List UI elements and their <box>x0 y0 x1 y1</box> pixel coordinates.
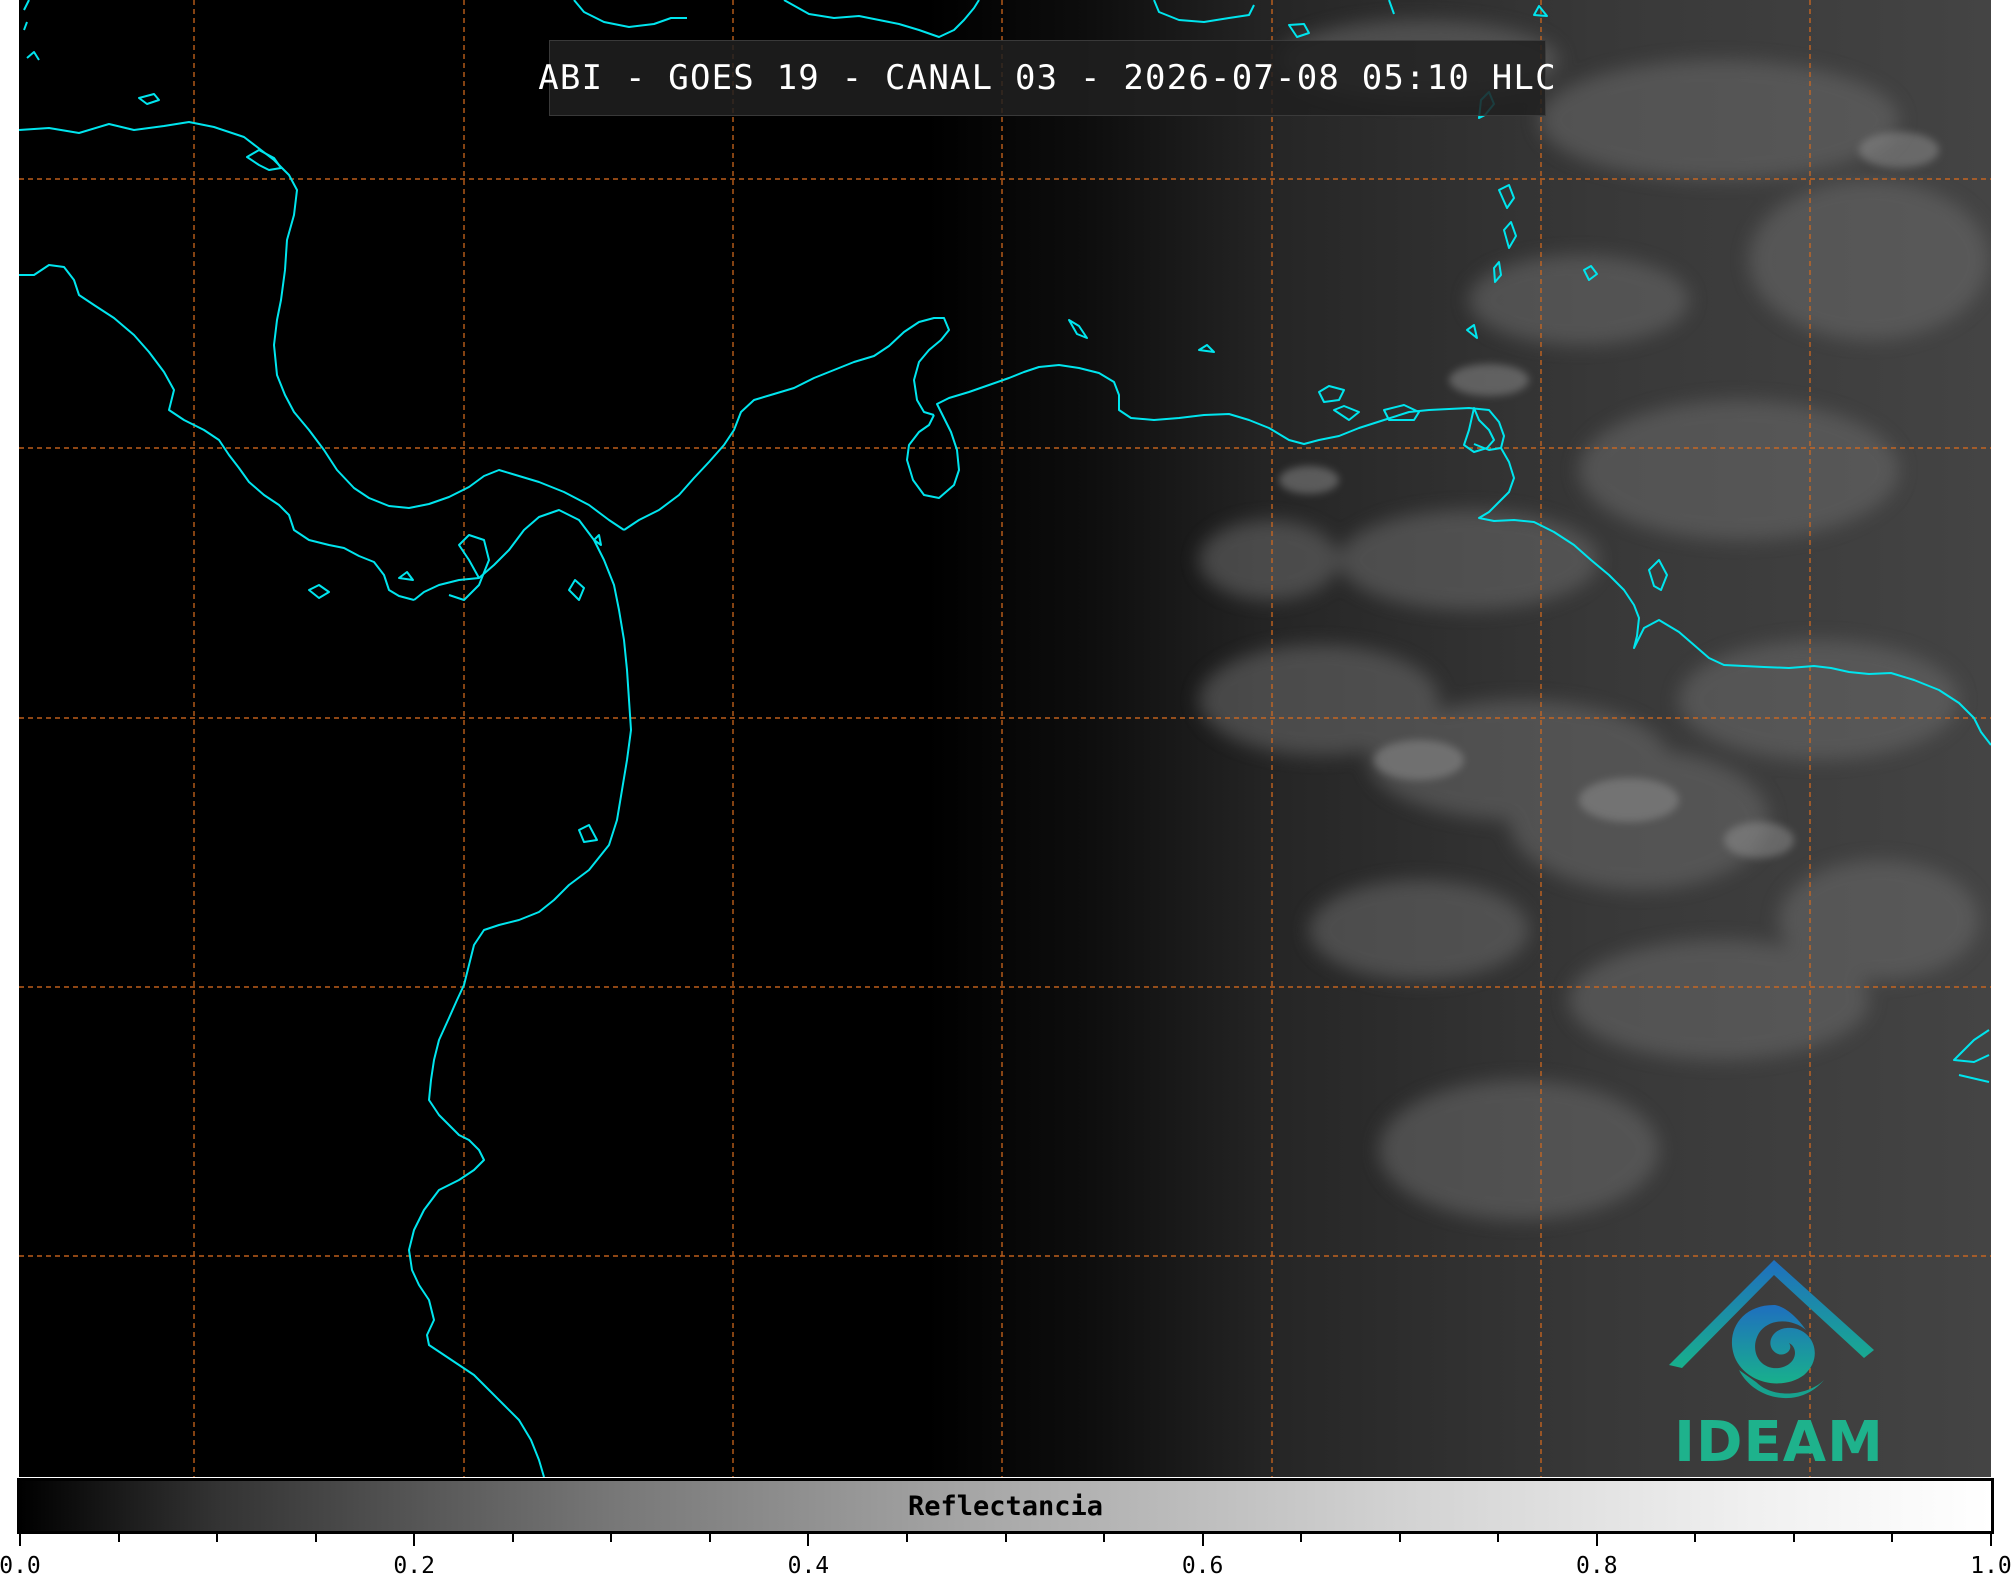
colorbar-minor-tick <box>708 1534 711 1542</box>
colorbar-minor-tick <box>1497 1534 1500 1542</box>
satellite-map: ABI - GOES 19 - CANAL 03 - 2026-07-08 05… <box>19 0 1991 1477</box>
colorbar-tick-label: 0.6 <box>1181 1553 1224 1579</box>
colorbar-major-tick <box>1595 1534 1598 1546</box>
colorbar-major-tick <box>807 1534 810 1546</box>
colorbar-tick-label: 0.0 <box>0 1553 41 1579</box>
colorbar-minor-tick <box>314 1534 317 1542</box>
colorbar-tick-label: 1.0 <box>1970 1553 2011 1579</box>
colorbar-minor-tick <box>1792 1534 1795 1542</box>
colorbar-tick-label: 0.4 <box>787 1553 830 1579</box>
colorbar-major-tick <box>413 1534 416 1546</box>
logo-text: IDEAM <box>1674 1410 1884 1475</box>
colorbar-minor-tick <box>1300 1534 1303 1542</box>
colorbar-minor-tick <box>511 1534 514 1542</box>
map-title-box: ABI - GOES 19 - CANAL 03 - 2026-07-08 05… <box>538 40 1556 116</box>
colorbar-minor-tick <box>1891 1534 1894 1542</box>
colorbar-tick-label: 0.8 <box>1576 1553 1618 1579</box>
colorbar-major-tick <box>1990 1534 1992 1546</box>
ideam-logo-icon <box>1669 1260 1874 1399</box>
colorbar-minor-tick <box>610 1534 613 1542</box>
colorbar-tick-label: 0.2 <box>393 1553 435 1579</box>
colorbar-ticks: 0.0 0.2 0.4 0.6 0.8 1.0 <box>0 1534 2011 1579</box>
colorbar: Reflectancia <box>17 1478 1994 1534</box>
colorbar-minor-tick <box>1694 1534 1697 1542</box>
colorbar-minor-tick <box>1004 1534 1007 1542</box>
colorbar-minor-tick <box>117 1534 120 1542</box>
colorbar-major-tick <box>19 1534 21 1546</box>
map-title: ABI - GOES 19 - CANAL 03 - 2026-07-08 05… <box>538 58 1557 98</box>
colorbar-minor-tick <box>1398 1534 1401 1542</box>
ideam-logo: IDEAM <box>1664 1250 1894 1475</box>
colorbar-label: Reflectancia <box>907 1490 1104 1522</box>
colorbar-minor-tick <box>905 1534 908 1542</box>
colorbar-minor-tick <box>216 1534 219 1542</box>
colorbar-minor-tick <box>1103 1534 1106 1542</box>
colorbar-major-tick <box>1201 1534 1204 1546</box>
